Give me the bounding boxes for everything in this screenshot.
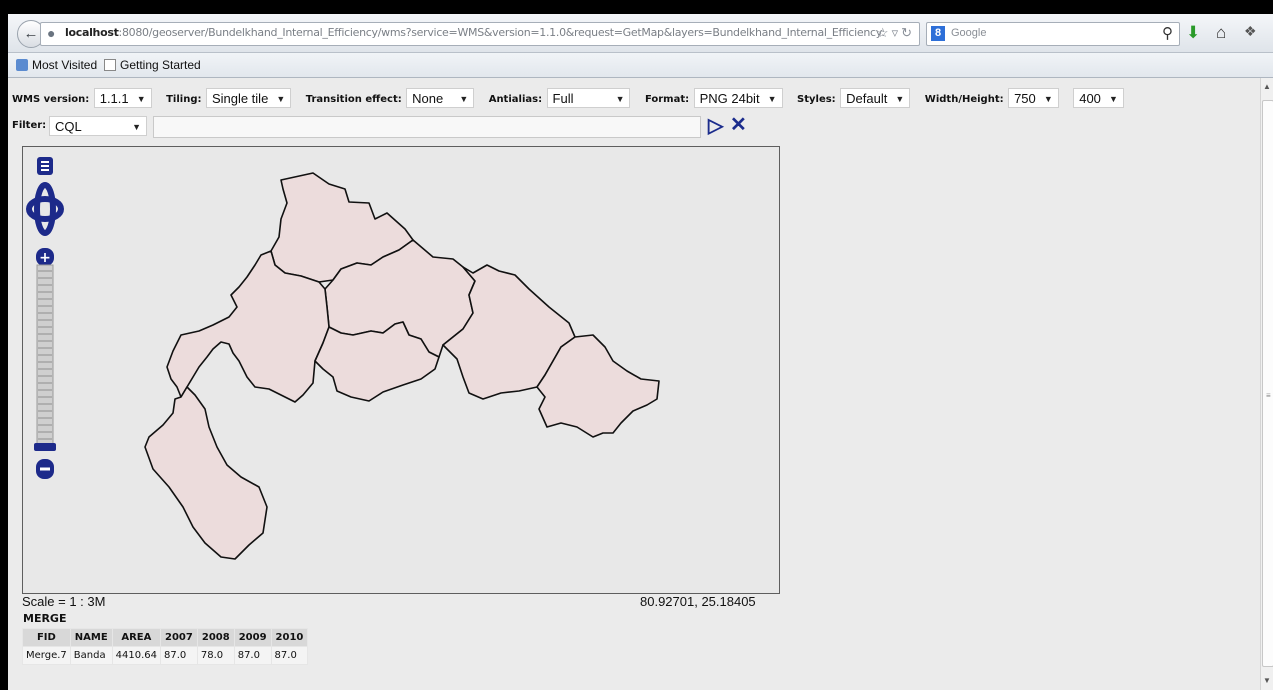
chevron-down-icon: ▼ (459, 94, 469, 104)
feature-info-table: FID NAME AREA 2007 2008 2009 2010 Merge.7 Banda… (22, 628, 309, 665)
column-header: 2007 (160, 628, 198, 647)
table-cell: 4410.64 (111, 646, 162, 665)
chevron-down-icon: ▼ (767, 94, 777, 104)
map-viewport[interactable]: + (22, 146, 780, 594)
table-cell: 78.0 (196, 646, 235, 665)
table-cell: 87.0 (233, 646, 272, 665)
layer-switcher-icon[interactable] (37, 157, 53, 175)
district-polygon-southwest[interactable] (144, 386, 268, 560)
filter-input[interactable] (153, 116, 701, 138)
transition-select[interactable]: None ▼ (406, 88, 475, 108)
zoom-thumb[interactable] (34, 443, 56, 451)
search-icon[interactable]: ⚲ (1162, 24, 1173, 42)
address-bar[interactable]: ● localhost:8080/geoserver/Bundelkhand_I… (40, 22, 920, 46)
map-coordinate-readout: 80.92701, 25.18405 (640, 594, 756, 609)
bookmark-getting-started[interactable]: Getting Started (104, 58, 201, 72)
chevron-down-icon: ▼ (615, 94, 625, 104)
wms-version-select[interactable]: 1.1.1 ▼ (93, 88, 152, 108)
district-layer (144, 172, 660, 560)
geoserver-preview-page: WMS version: 1.1.1 ▼ Tiling: Single tile ▼… (8, 78, 1260, 690)
search-placeholder: Google (951, 27, 987, 39)
table-cell: 87.0 (270, 646, 309, 665)
column-header: NAME (69, 628, 113, 647)
home-icon[interactable]: ⌂ (1216, 23, 1226, 43)
chevron-down-icon: ▼ (1043, 94, 1053, 104)
transition-label: Transition effect: (305, 94, 402, 106)
filter-type-select[interactable]: CQL ▼ (49, 116, 147, 136)
reset-filter-icon[interactable]: ✕ (730, 112, 747, 137)
styles-label: Styles: (797, 94, 836, 106)
chevron-down-icon: ▼ (136, 94, 146, 104)
navigation-bar: ← ● localhost:8080/geoserver/Bundelkhand… (8, 14, 1273, 53)
feature-layer-title: MERGE (23, 612, 67, 625)
zoom-out-icon[interactable] (36, 459, 54, 479)
filter-type-value: CQL (55, 119, 82, 134)
apply-filter-icon[interactable]: ▷ (708, 113, 723, 138)
svg-text:+: + (39, 250, 51, 266)
tiling-select[interactable]: Single tile ▼ (205, 88, 292, 108)
size-label: Width/Height: (924, 94, 1004, 106)
table-cell: Merge.7 (22, 646, 71, 665)
tiling-value: Single tile (211, 91, 269, 106)
most-visited-icon (16, 59, 28, 71)
column-header: 2009 (233, 628, 272, 647)
column-header: 2010 (270, 628, 309, 647)
format-value: PNG 24bit (699, 91, 760, 106)
download-icon[interactable]: ⬇ (1186, 23, 1200, 43)
table-row: Merge.7 Banda 4410.64 87.0 78.0 87.0 87.0 (22, 646, 309, 665)
grip-icon: ≡ (1266, 391, 1271, 400)
scroll-down-icon[interactable]: ▼ (1263, 676, 1271, 685)
transition-value: None (412, 91, 444, 106)
zoom-in-icon[interactable]: + (36, 248, 54, 266)
site-identity-icon[interactable]: ● (47, 25, 55, 41)
column-header: 2008 (196, 628, 235, 647)
url-path: :8080/geoserver/Bundelkhand_Internal_Eff… (118, 26, 885, 39)
table-header-row: FID NAME AREA 2007 2008 2009 2010 (22, 628, 309, 647)
url-host: localhost (65, 26, 119, 39)
bookmark-most-visited[interactable]: Most Visited (16, 58, 97, 72)
map-scale-readout: Scale = 1 : 3M (22, 594, 106, 609)
search-bar[interactable]: 8 Google ⚲ (926, 22, 1180, 46)
wms-options-toolbar: WMS version: 1.1.1 ▼ Tiling: Single tile ▼… (12, 88, 1134, 112)
chevron-down-icon: ▼ (1109, 94, 1118, 104)
antialias-label: Antialias: (488, 94, 543, 106)
format-label: Format: (644, 94, 690, 106)
addon-icon[interactable]: ❖ (1244, 23, 1257, 40)
filter-label: Filter: (12, 120, 47, 131)
url-text[interactable]: localhost:8080/geoserver/Bundelkhand_Int… (65, 26, 885, 39)
bookmark-label: Most Visited (32, 58, 98, 72)
bookmark-label: Getting Started (120, 58, 201, 72)
page-icon (104, 59, 116, 71)
scroll-up-icon[interactable]: ▲ (1263, 82, 1271, 91)
page-scrollbar[interactable]: ▲ ≡ ▼ (1260, 78, 1273, 690)
table-cell: 87.0 (160, 646, 198, 665)
chevron-down-icon: ▼ (276, 94, 286, 104)
column-header: FID (22, 628, 71, 647)
pan-control-icon[interactable] (26, 182, 64, 236)
chevron-down-icon: ▼ (895, 94, 905, 104)
zoom-slider[interactable] (36, 264, 54, 446)
wms-version-label: WMS version: (12, 94, 90, 106)
tiling-label: Tiling: (166, 94, 202, 106)
width-select[interactable]: 750 ▼ (1008, 88, 1059, 108)
chevron-down-icon: ▼ (132, 122, 141, 132)
width-value: 750 (1014, 91, 1036, 106)
height-select[interactable]: 400 ▼ (1073, 88, 1124, 108)
bookmark-star-icon[interactable]: ☆▿↻ (877, 25, 915, 41)
table-cell: Banda (69, 646, 113, 665)
antialias-value: Full (552, 91, 574, 106)
wms-version-value: 1.1.1 (99, 91, 129, 106)
styles-value: Default (846, 91, 888, 106)
height-value: 400 (1079, 91, 1101, 106)
bookmarks-bar: Most Visited Getting Started (8, 53, 1273, 78)
antialias-select[interactable]: Full ▼ (546, 88, 631, 108)
browser-window: ← ● localhost:8080/geoserver/Bundelkhand… (8, 14, 1273, 690)
map-canvas[interactable]: + (23, 147, 779, 593)
google-engine-icon[interactable]: 8 (931, 26, 945, 41)
styles-select[interactable]: Default ▼ (840, 88, 911, 108)
scrollbar-thumb[interactable]: ≡ (1262, 100, 1273, 667)
format-select[interactable]: PNG 24bit ▼ (693, 88, 783, 108)
column-header: AREA (111, 628, 162, 647)
